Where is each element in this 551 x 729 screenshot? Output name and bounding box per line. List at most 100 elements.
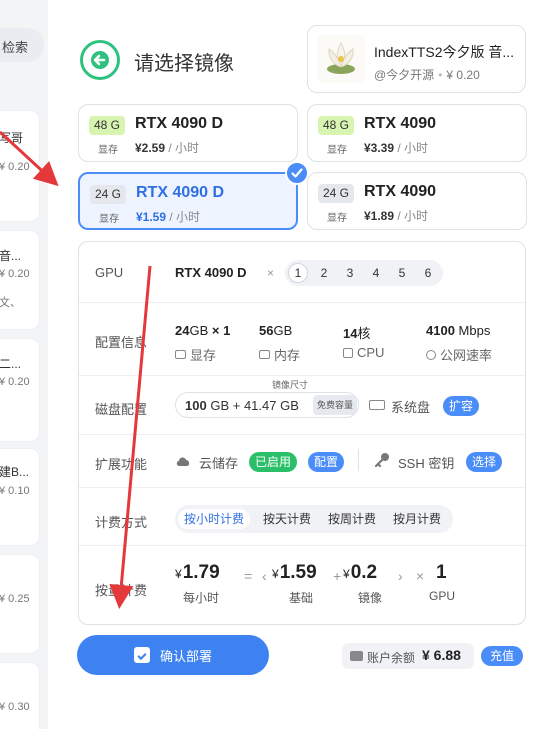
gpu-option-card[interactable]: 48 G 显存 RTX 4090 D ¥2.59 / 小时 [78, 104, 298, 162]
mirror-currency: ¥ [343, 567, 350, 581]
left-list-panel: 检索 写哥 ¥ 0.20 音... ¥ 0.20 文、 二... ¥ 0.20 … [0, 0, 48, 729]
gpu-price: ¥1.89 / 小时 [364, 207, 428, 224]
list-item-title: 写哥 [0, 131, 24, 145]
specs-row-label: 配置信息 [95, 335, 148, 350]
disk-size-field[interactable]: 100 GB + 41.47 GB 免费容量 [175, 392, 359, 418]
disk-size-text: 100 GB + 41.47 GB [185, 398, 299, 413]
mirror-size-label: 镜像尺寸 [272, 380, 309, 390]
calendar-check-icon [133, 647, 150, 663]
list-item[interactable]: ¥ 0.30 [0, 662, 40, 729]
billing-option-hourly[interactable]: 按小时计费 [178, 509, 251, 529]
disk-extra: + 41.47 GB [232, 398, 299, 413]
lotus-icon [327, 42, 355, 74]
cpu-spec-label: CPU [343, 345, 384, 360]
vram-label: 显存 [327, 213, 347, 224]
gpu-price: ¥1.59 / 小时 [136, 208, 200, 225]
gpu-count-option[interactable]: 2 [314, 263, 334, 283]
vram-spec-label: 显存 [175, 345, 216, 364]
vram-spec: 24GB × 1 [175, 323, 230, 338]
gpu-count-option[interactable]: 3 [340, 263, 360, 283]
billing-option-daily[interactable]: 按天计费 [257, 509, 317, 529]
billing-option-monthly[interactable]: 按月计费 [387, 509, 447, 529]
list-item[interactable]: 音... ¥ 0.20 文、 [0, 230, 40, 330]
ssh-select-button[interactable]: 选择 [466, 452, 503, 472]
vram-badge: 24 G [318, 184, 355, 203]
list-item[interactable]: ¥ 0.25 [0, 554, 40, 654]
list-item-title: 音... [0, 249, 22, 263]
expand-button[interactable]: 扩容 [443, 396, 480, 416]
list-item-price: ¥ 0.30 [0, 701, 30, 713]
billing-row: 计费方式 按小时计费 按天计费 按周计费 按月计费 [79, 488, 525, 546]
cpu-spec-value: 14 [343, 326, 358, 341]
gpu-price-value: ¥3.39 [364, 141, 395, 155]
back-button[interactable] [80, 40, 120, 80]
gpu-name: RTX 4090 D [135, 115, 224, 132]
list-item[interactable]: 建B... ¥ 0.10 [0, 448, 40, 546]
net-spec-value: 4100 [426, 323, 455, 338]
ssh-key-label: SSH 密钥 [398, 456, 455, 471]
base-value: 1.59 [279, 562, 317, 583]
mirror-thumbnail [317, 35, 365, 83]
disk-row-label: 磁盘配置 [95, 402, 148, 417]
gpu-option-card-selected[interactable]: 24 G 显存 RTX 4090 D ¥1.59 / 小时 [78, 172, 298, 230]
gpu-price-unit: / 小时 [165, 141, 200, 155]
free-capacity-tag: 免费容量 [312, 395, 357, 415]
cpu-spec: 14核 [343, 323, 370, 342]
gpu-row-label: GPU [95, 265, 124, 280]
vram-label: 显存 [98, 145, 118, 156]
divider [358, 449, 359, 471]
disk-row: 磁盘配置 镜像尺寸 100 GB + 41.47 GB 免费容量 系统盘 扩容 [79, 376, 525, 435]
vram-spec-label-text: 显存 [190, 348, 217, 363]
base-price: ¥1.59 [272, 562, 317, 584]
search-chip[interactable]: 检索 [0, 28, 44, 62]
cloud-storage-label: 云储存 [199, 456, 239, 471]
gpu-count-selector: 1 2 3 4 5 6 [285, 260, 443, 286]
list-item-title: 二... [0, 357, 22, 371]
list-item[interactable]: 写哥 ¥ 0.20 [0, 110, 40, 222]
extension-row-label: 扩展功能 [95, 457, 148, 472]
gpu-count-option[interactable]: 1 [288, 263, 308, 283]
mirror-price-calc: ¥0.2 [343, 562, 377, 584]
vram-badge: 24 G [90, 185, 127, 204]
gpu-price-unit: / 小时 [394, 141, 429, 155]
selected-mirror-card[interactable]: IndexTTS2今夕版 音... @今夕开源 • ¥ 0.20 [307, 25, 526, 93]
disk-icon [369, 400, 385, 410]
mirror-author: @今夕开源 [374, 68, 435, 82]
total-label: 每小时 [183, 591, 220, 605]
confirm-deploy-button[interactable]: 确认部署 [77, 635, 269, 675]
gpu-price-value: ¥1.89 [364, 209, 395, 223]
net-spec-unit: Mbps [458, 323, 491, 338]
gpu-option-card[interactable]: 48 G 显存 RTX 4090 ¥3.39 / 小时 [307, 104, 527, 162]
gpu-price-unit: / 小时 [394, 209, 429, 223]
config-panel: GPU RTX 4090 D × 1 2 3 4 5 6 配置信息 24GB ×… [78, 241, 526, 625]
base-label: 基础 [289, 591, 314, 605]
bracket-left: ‹ [262, 568, 267, 584]
gpu-price: ¥3.39 / 小时 [364, 139, 428, 156]
disk-base-value: 100 [185, 398, 207, 413]
gpu-count-calc: 1 [436, 562, 447, 583]
total-price: ¥1.79 [175, 562, 220, 584]
gpu-count-option[interactable]: 6 [418, 263, 438, 283]
gpu-option-card[interactable]: 24 G 显存 RTX 4090 ¥1.89 / 小时 [307, 172, 527, 230]
gpu-price-value: ¥2.59 [135, 141, 166, 155]
plus-sign: + [333, 568, 342, 584]
cpu-spec-label-text: CPU [357, 345, 385, 360]
list-item-price: ¥ 0.25 [0, 593, 30, 605]
system-disk-label: 系统盘 [391, 400, 431, 415]
recharge-button[interactable]: 充值 [481, 646, 524, 666]
arrow-left-icon [91, 51, 109, 69]
selected-gpu-name: RTX 4090 D [175, 265, 247, 280]
gpu-count-option[interactable]: 5 [392, 263, 412, 283]
net-spec: 4100 Mbps [426, 323, 490, 338]
gpu-price-unit: / 小时 [166, 210, 201, 224]
cloud-config-button[interactable]: 配置 [308, 452, 345, 472]
mirror-calc-label: 镜像 [358, 591, 383, 605]
equals-sign: = [244, 568, 253, 584]
gpu-count-option[interactable]: 4 [366, 263, 386, 283]
cloud-icon [176, 457, 190, 466]
list-item-price: ¥ 0.20 [0, 376, 30, 388]
vram-badge: 48 G [318, 116, 355, 135]
extension-row: 扩展功能 云储存 已启用 配置 SSH 密钥 选择 [79, 435, 525, 488]
list-item[interactable]: 二... ¥ 0.20 [0, 338, 40, 442]
billing-option-weekly[interactable]: 按周计费 [322, 509, 382, 529]
